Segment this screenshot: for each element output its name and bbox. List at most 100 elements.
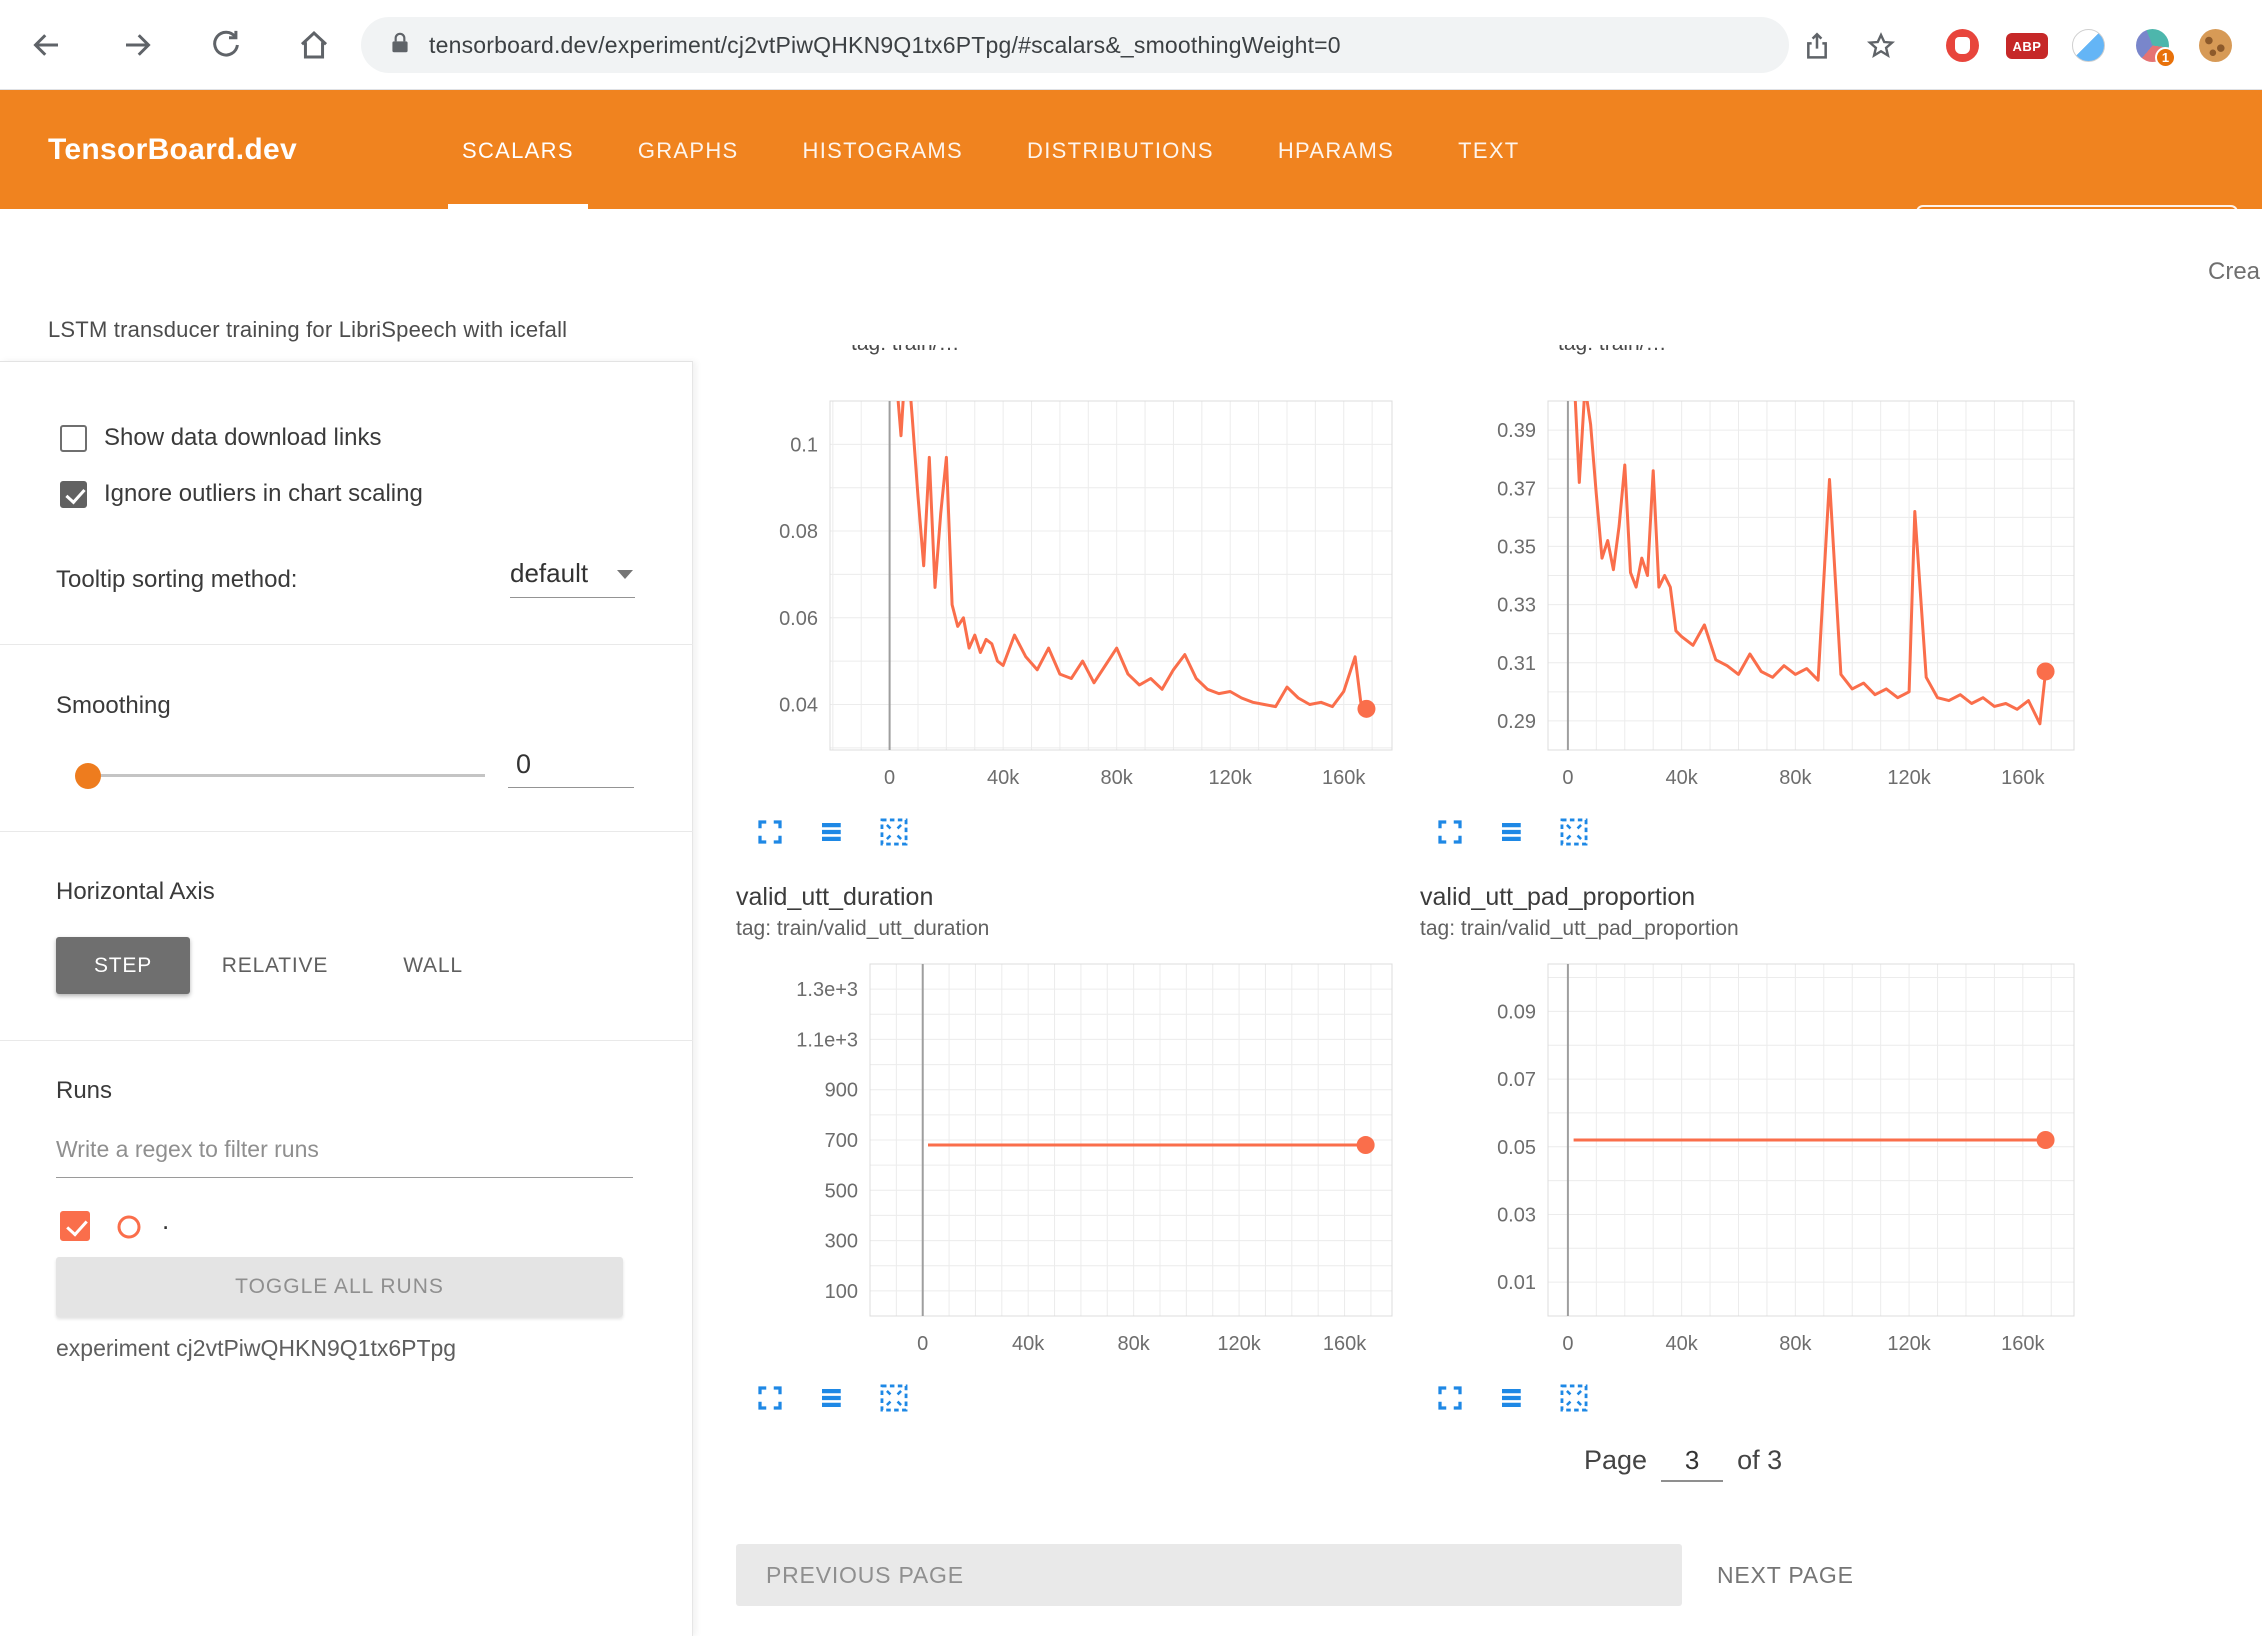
url-text: tensorboard.dev/experiment/cj2vtPiwQHKN9… bbox=[429, 32, 1341, 59]
lightshot-extension-icon[interactable] bbox=[2072, 29, 2105, 62]
fit-domain-icon[interactable] bbox=[1557, 815, 1591, 849]
divider bbox=[0, 831, 693, 832]
send-feedback-button[interactable]: SEND FEEDBACK bbox=[1916, 205, 2238, 269]
experiment-id-text: experiment cj2vtPiwQHKN9Q1tx6PTpg bbox=[56, 1335, 456, 1362]
svg-text:500: 500 bbox=[825, 1180, 858, 1202]
browser-toolbar: tensorboard.dev/experiment/cj2vtPiwQHKN9… bbox=[0, 0, 2262, 90]
forward-icon[interactable] bbox=[119, 26, 157, 64]
svg-text:0.04: 0.04 bbox=[779, 694, 818, 716]
svg-text:0.09: 0.09 bbox=[1497, 1001, 1536, 1023]
axis-step-button[interactable]: STEP bbox=[56, 937, 190, 994]
tab-graphs[interactable]: GRAPHS bbox=[624, 90, 753, 209]
toggle-all-runs-button[interactable]: TOGGLE ALL RUNS bbox=[56, 1257, 623, 1317]
runs-label: Runs bbox=[56, 1077, 112, 1105]
brand-logo[interactable]: TensorBoard.dev bbox=[48, 90, 297, 209]
svg-text:0.01: 0.01 bbox=[1497, 1272, 1536, 1294]
axis-lines-icon[interactable] bbox=[1495, 815, 1529, 849]
svg-text:40k: 40k bbox=[1666, 1333, 1699, 1355]
adblock-extension-icon[interactable] bbox=[1946, 29, 1979, 62]
smoothing-slider-track[interactable] bbox=[95, 774, 485, 777]
notification-badge: 1 bbox=[2155, 47, 2176, 68]
svg-text:0: 0 bbox=[884, 767, 895, 789]
bookmark-star-icon[interactable] bbox=[1862, 27, 1900, 65]
axis-lines-icon[interactable] bbox=[815, 1381, 849, 1415]
horizontal-axis-label: Horizontal Axis bbox=[56, 878, 215, 906]
show-download-links-row[interactable]: Show data download links bbox=[60, 424, 382, 452]
home-icon[interactable] bbox=[295, 26, 333, 64]
axis-wall-button[interactable]: WALL bbox=[378, 937, 488, 994]
runs-filter-input[interactable] bbox=[56, 1122, 633, 1178]
scalar-chart-plot[interactable]: 1003005007009001.1e+31.3e+3040k80k120k16… bbox=[770, 956, 1408, 1366]
svg-text:0.29: 0.29 bbox=[1497, 711, 1536, 733]
chart-tag: tag: train/valid_utt_pad_proportion bbox=[1420, 917, 1739, 941]
adblock-hand bbox=[1955, 37, 1970, 54]
divider bbox=[0, 1040, 693, 1041]
svg-text:700: 700 bbox=[825, 1130, 858, 1152]
run-checkbox[interactable] bbox=[60, 1211, 90, 1241]
tab-text[interactable]: TEXT bbox=[1444, 90, 1533, 209]
scalar-chart-plot[interactable]: 0.290.310.330.350.370.39040k80k120k160k bbox=[1448, 393, 2090, 800]
screen: tensorboard.dev/experiment/cj2vtPiwQHKN9… bbox=[0, 0, 2262, 1636]
svg-text:100: 100 bbox=[825, 1281, 858, 1303]
chart-toolbar bbox=[1433, 1381, 1619, 1415]
axis-lines-icon[interactable] bbox=[815, 815, 849, 849]
smoothing-slider-thumb[interactable] bbox=[75, 763, 101, 789]
settings-sidebar: Show data download links Ignore outliers… bbox=[0, 361, 693, 1636]
smoothing-value-input[interactable] bbox=[508, 742, 634, 788]
svg-text:40k: 40k bbox=[1012, 1333, 1045, 1355]
svg-text:120k: 120k bbox=[1887, 1333, 1931, 1355]
tooltip-sorting-select[interactable]: default bbox=[510, 558, 635, 598]
fit-domain-icon[interactable] bbox=[1557, 1381, 1591, 1415]
tooltip-sorting-value: default bbox=[510, 558, 588, 588]
tab-scalars[interactable]: SCALARS bbox=[448, 90, 588, 209]
run-color-indicator bbox=[115, 1213, 143, 1246]
tab-hparams[interactable]: HPARAMS bbox=[1264, 90, 1408, 209]
fullscreen-icon[interactable] bbox=[1433, 815, 1467, 849]
back-icon[interactable] bbox=[27, 26, 65, 64]
share-icon[interactable] bbox=[1798, 27, 1836, 65]
svg-text:160k: 160k bbox=[1323, 1333, 1367, 1355]
svg-text:1.1e+3: 1.1e+3 bbox=[796, 1029, 858, 1051]
svg-text:80k: 80k bbox=[1779, 767, 1812, 789]
next-page-button[interactable]: NEXT PAGE bbox=[1717, 1544, 1854, 1606]
svg-text:0.1: 0.1 bbox=[790, 434, 818, 456]
page-number-input[interactable] bbox=[1661, 1445, 1723, 1482]
created-clipped-text: Crea bbox=[2208, 258, 2260, 286]
chart-toolbar bbox=[753, 1381, 939, 1415]
tab-distributions[interactable]: DISTRIBUTIONS bbox=[1013, 90, 1228, 209]
cookie-extension-icon[interactable] bbox=[2199, 29, 2232, 62]
svg-text:0.05: 0.05 bbox=[1497, 1137, 1536, 1159]
fit-domain-icon[interactable] bbox=[877, 815, 911, 849]
fullscreen-icon[interactable] bbox=[1433, 1381, 1467, 1415]
show-download-links-checkbox[interactable] bbox=[60, 425, 87, 452]
smoothing-label: Smoothing bbox=[56, 692, 171, 720]
pie-extension-icon[interactable]: 1 bbox=[2136, 29, 2169, 62]
svg-text:120k: 120k bbox=[1887, 767, 1931, 789]
previous-page-button[interactable]: PREVIOUS PAGE bbox=[736, 1544, 1682, 1606]
run-row[interactable] bbox=[60, 1211, 90, 1241]
abp-extension-icon[interactable]: ABP bbox=[2006, 33, 2048, 59]
fullscreen-icon[interactable] bbox=[753, 815, 787, 849]
tensorboard-header: TensorBoard.dev SCALARS GRAPHS HISTOGRAM… bbox=[0, 90, 2262, 209]
ignore-outliers-checkbox[interactable] bbox=[60, 481, 87, 508]
pagination: Page of 3 bbox=[1584, 1445, 1782, 1482]
show-download-links-label: Show data download links bbox=[104, 424, 382, 452]
svg-text:80k: 80k bbox=[1118, 1333, 1151, 1355]
svg-text:0: 0 bbox=[1562, 767, 1573, 789]
svg-text:300: 300 bbox=[825, 1231, 858, 1253]
scalar-chart-plot[interactable]: 0.010.030.050.070.09040k80k120k160k bbox=[1448, 956, 2090, 1366]
svg-text:900: 900 bbox=[825, 1080, 858, 1102]
axis-relative-button[interactable]: RELATIVE bbox=[205, 937, 345, 994]
tab-histograms[interactable]: HISTOGRAMS bbox=[789, 90, 978, 209]
svg-text:120k: 120k bbox=[1209, 767, 1253, 789]
fit-domain-icon[interactable] bbox=[877, 1381, 911, 1415]
axis-lines-icon[interactable] bbox=[1495, 1381, 1529, 1415]
tooltip-sorting-label: Tooltip sorting method: bbox=[56, 566, 297, 594]
scalar-chart-plot[interactable]: 0.040.060.080.1040k80k120k160k bbox=[730, 393, 1408, 800]
chart-toolbar bbox=[753, 815, 939, 849]
ignore-outliers-row[interactable]: Ignore outliers in chart scaling bbox=[60, 480, 423, 508]
reload-icon[interactable] bbox=[207, 26, 245, 64]
fullscreen-icon[interactable] bbox=[753, 1381, 787, 1415]
svg-text:0.08: 0.08 bbox=[779, 521, 818, 543]
address-bar[interactable]: tensorboard.dev/experiment/cj2vtPiwQHKN9… bbox=[361, 17, 1789, 73]
